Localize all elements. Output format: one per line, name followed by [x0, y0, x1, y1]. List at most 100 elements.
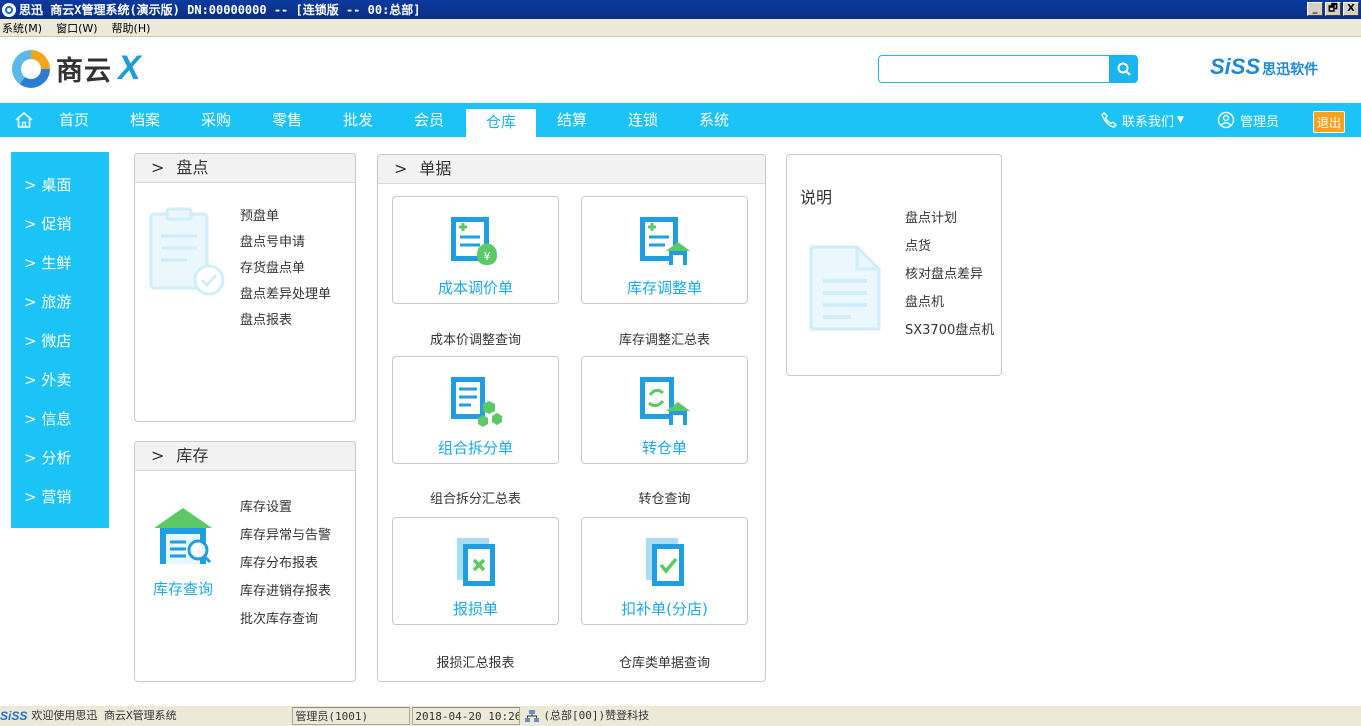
sidebar-item-travel[interactable]: > 旅游 [11, 289, 109, 328]
link-warehouse-doc-query[interactable]: 仓库类单据查询 [581, 652, 748, 671]
minimize-button[interactable]: _ [1307, 2, 1323, 16]
sidebar-item-microstore[interactable]: > 微店 [11, 328, 109, 367]
sidebar-item-info[interactable]: > 信息 [11, 406, 109, 445]
sidebar-item-promotion[interactable]: > 促销 [11, 211, 109, 250]
panel-title: 单据 [419, 159, 452, 178]
search-input[interactable] [878, 55, 1109, 83]
document-icon [809, 245, 881, 331]
app-icon [2, 2, 16, 17]
nav-archive[interactable]: 档案 [113, 103, 177, 137]
nav-wholesale[interactable]: 批发 [326, 103, 390, 137]
panel-title: 盘点 [176, 158, 209, 177]
nav-member[interactable]: 会员 [397, 103, 461, 137]
chevron-down-icon: ▼ [1177, 115, 1184, 125]
loss-report-card[interactable]: 报损单 [392, 517, 559, 625]
sidebar-item-takeout[interactable]: > 外卖 [11, 367, 109, 406]
status-brand: SiSS [0, 709, 28, 723]
user-icon [1217, 111, 1235, 129]
panel-title: 库存 [176, 446, 209, 465]
clipboard-check-icon [149, 207, 225, 296]
link-pre-count[interactable]: 预盘单 [240, 204, 331, 230]
menu-system[interactable]: 系统(M) [2, 20, 42, 36]
menu-help[interactable]: 帮助(H) [112, 20, 151, 36]
search-button[interactable] [1109, 55, 1138, 83]
logo-name: 商云 [56, 56, 112, 87]
nav-chain[interactable]: 连锁 [611, 103, 675, 137]
nav-settlement[interactable]: 结算 [540, 103, 604, 137]
network-icon [525, 710, 540, 722]
window-title: 思迅 商云X管理系统(演示版) DN:00000000 -- [连锁版 -- 0… [19, 3, 421, 17]
notes-links: 盘点计划 点货 核对盘点差异 盘点机 SX3700盘点机 [905, 205, 994, 345]
nav-home[interactable]: 首页 [42, 103, 106, 137]
panel-header: > 库存 [135, 442, 355, 471]
sidebar-item-analysis[interactable]: > 分析 [11, 445, 109, 484]
close-button[interactable]: X [1343, 2, 1359, 16]
sidebar-item-marketing[interactable]: > 营销 [11, 484, 109, 523]
stock-adjust-icon [639, 217, 690, 265]
inventory-check-links: 预盘单 盘点号申请 存货盘点单 盘点差异处理单 盘点报表 [240, 204, 331, 334]
link-stock-alert[interactable]: 库存异常与告警 [240, 522, 331, 550]
contact-us[interactable]: 联系我们 ▼ [1100, 103, 1184, 137]
search-box [878, 55, 1138, 83]
siss-brand-logo: SiSS 思迅软件 [1210, 54, 1319, 79]
sidebar-item-fresh[interactable]: > 生鲜 [11, 250, 109, 289]
link-stock-adjust-summary[interactable]: 库存调整汇总表 [581, 329, 748, 348]
link-count-report[interactable]: 盘点报表 [240, 308, 331, 334]
card-label: 转仓单 [641, 439, 687, 457]
deduct-card[interactable]: 扣补单(分店) [581, 517, 748, 625]
window-controls: _ 🗗 X [1307, 2, 1359, 16]
inventory-check-panel: > 盘点 预盘单 盘点号申请 存货盘点单 盘点差异处理单 盘点报表 [134, 153, 356, 422]
nav-retail[interactable]: 零售 [255, 103, 319, 137]
link-count-plan[interactable]: 盘点计划 [905, 205, 994, 233]
card-label: 成本调价单 [437, 279, 513, 297]
sidebar-item-desktop[interactable]: > 桌面 [11, 172, 109, 211]
menu-bar: 系统(M) 窗口(W) 帮助(H) [0, 19, 1361, 37]
warehouse-search-icon [154, 508, 212, 564]
cost-adjust-icon: ¥ [450, 217, 497, 265]
link-count-number-apply[interactable]: 盘点号申请 [240, 230, 331, 256]
stock-query-label: 库存查询 [152, 580, 213, 598]
card-label: 扣补单(分店) [621, 600, 708, 618]
app-logo[interactable]: 商云 X [12, 49, 141, 88]
notes-panel: 说明 盘点计划 点货 核对盘点差异 盘点机 SX3700盘点机 [786, 154, 1002, 376]
link-verify-count-diff[interactable]: 核对盘点差异 [905, 261, 994, 289]
link-stock-count-sheet[interactable]: 存货盘点单 [240, 256, 331, 282]
link-stock-inout-report[interactable]: 库存进销存报表 [240, 578, 331, 606]
logout-button[interactable]: 退出 [1313, 111, 1345, 133]
link-loss-summary[interactable]: 报损汇总报表 [392, 652, 559, 671]
link-transfer-query[interactable]: 转仓查询 [581, 488, 748, 507]
user-menu[interactable]: 管理员 [1217, 103, 1279, 137]
link-count-machine[interactable]: 盘点机 [905, 289, 994, 317]
link-stock-settings[interactable]: 库存设置 [240, 494, 331, 522]
stock-query-feature[interactable]: 库存查询 [145, 504, 221, 599]
app-header: 商云 X SiSS 思迅软件 [0, 38, 1361, 103]
panel-header: > 盘点 [135, 154, 355, 183]
link-count-diff-sheet[interactable]: 盘点差异处理单 [240, 282, 331, 308]
link-goods-check[interactable]: 点货 [905, 233, 994, 261]
status-welcome: 欢迎使用思迅 商云X管理系统 [31, 709, 177, 722]
link-stock-distribution[interactable]: 库存分布报表 [240, 550, 331, 578]
status-branch: (总部[00])赞登科技 [522, 707, 651, 725]
stock-adjust-card[interactable]: 库存调整单 [581, 196, 748, 304]
notes-title: 说明 [800, 188, 833, 207]
cost-adjust-card[interactable]: ¥ 成本调价单 [392, 196, 559, 304]
nav-system[interactable]: 系统 [682, 103, 746, 137]
main-nav: 首页 档案 采购 零售 批发 会员 仓库 结算 连锁 系统 联系我们 ▼ 管理员… [0, 103, 1361, 137]
logo-swirl-icon [12, 49, 50, 88]
svg-text:¥: ¥ [483, 250, 490, 263]
home-icon[interactable] [14, 111, 34, 133]
link-sx3700-machine[interactable]: SX3700盘点机 [905, 317, 994, 345]
card-label: 组合拆分单 [437, 439, 513, 457]
link-cost-adjust-query[interactable]: 成本价调整查询 [392, 329, 559, 348]
link-batch-stock-query[interactable]: 批次库存查询 [240, 606, 331, 634]
combine-split-card[interactable]: 组合拆分单 [392, 356, 559, 464]
menu-window[interactable]: 窗口(W) [56, 20, 97, 36]
transfer-card[interactable]: 转仓单 [581, 356, 748, 464]
nav-purchase[interactable]: 采购 [184, 103, 248, 137]
documents-panel: > 单据 ¥ 成本调价单 成本价调整查询 库存调整单 库存调整汇总表 组合拆分单… [377, 154, 766, 682]
stock-links: 库存设置 库存异常与告警 库存分布报表 库存进销存报表 批次库存查询 [240, 494, 331, 634]
sidebar: > 桌面 > 促销 > 生鲜 > 旅游 > 微店 > 外卖 > 信息 > 分析 … [11, 152, 109, 528]
restore-button[interactable]: 🗗 [1325, 2, 1341, 16]
nav-warehouse[interactable]: 仓库 [466, 109, 536, 137]
link-combine-split-summary[interactable]: 组合拆分汇总表 [392, 488, 559, 507]
